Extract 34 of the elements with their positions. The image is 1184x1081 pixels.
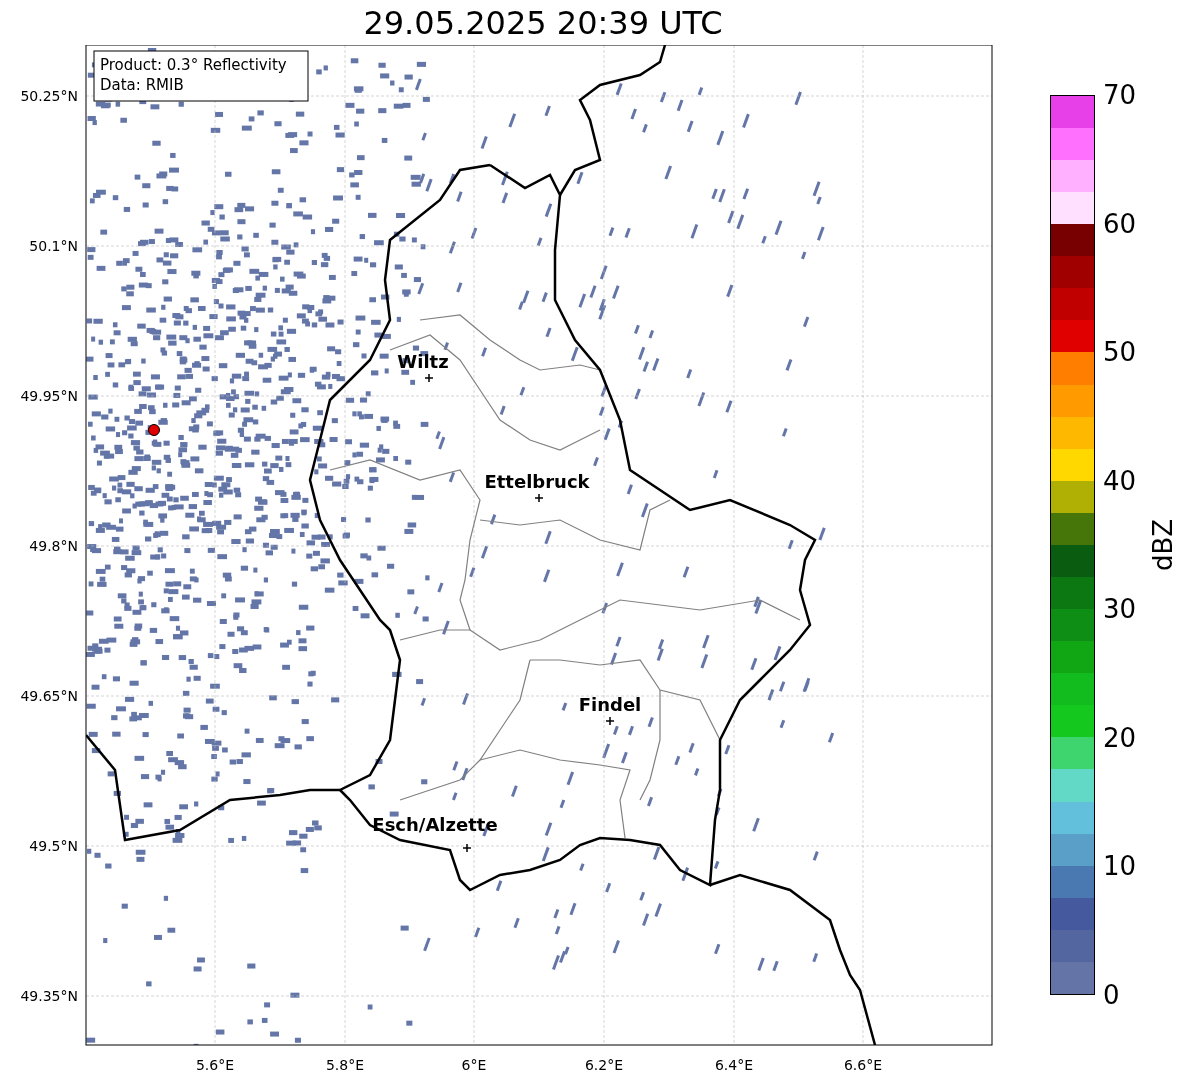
city-label: Wiltz bbox=[397, 351, 449, 372]
city-label: Findel bbox=[578, 694, 642, 715]
info-text: Data: RMIB bbox=[100, 76, 184, 94]
city-marker-icon bbox=[462, 843, 472, 853]
latitude-tick-label: 49.5°N bbox=[29, 838, 78, 854]
latitude-tick-label: 50.25°N bbox=[20, 88, 78, 104]
info-text: Product: 0.3° Reflectivity bbox=[100, 56, 287, 74]
colorbar-tick-label: 10 bbox=[1103, 851, 1137, 882]
colorbar-tick-label: 50 bbox=[1103, 337, 1137, 368]
colorbar-tick-label: 60 bbox=[1103, 208, 1137, 239]
chart-title: 29.05.2025 20:39 UTC bbox=[363, 3, 723, 42]
colorbar-tick-label: 20 bbox=[1103, 722, 1137, 753]
city-marker-icon bbox=[424, 373, 434, 383]
longitude-tick-label: 5.8°E bbox=[325, 1057, 365, 1073]
colorbar-tick-label: 40 bbox=[1103, 465, 1137, 496]
city-label: Ettelbruck bbox=[484, 471, 590, 492]
longitude-tick-label: 6.4°E bbox=[714, 1057, 754, 1073]
colorbar-tick-label: 30 bbox=[1103, 594, 1137, 625]
latitude-tick-label: 49.35°N bbox=[20, 988, 78, 1004]
longitude-tick-label: 6°E bbox=[461, 1057, 487, 1073]
latitude-tick-label: 49.8°N bbox=[29, 538, 78, 554]
city-marker-icon bbox=[605, 716, 615, 726]
longitude-tick-label: 5.6°E bbox=[195, 1057, 235, 1073]
radar-site-icon bbox=[148, 424, 160, 436]
longitude-tick-label: 6.6°E bbox=[843, 1057, 883, 1073]
latitude-tick-label: 49.65°N bbox=[20, 688, 78, 704]
latitude-tick-label: 50.1°N bbox=[29, 238, 78, 254]
colorbar-tick-label: 70 bbox=[1103, 80, 1137, 110]
colorbar-tick-label: 0 bbox=[1103, 979, 1121, 1010]
latitude-tick-label: 49.95°N bbox=[20, 388, 78, 404]
city-label: Esch/Alzette bbox=[372, 814, 498, 835]
city-marker-icon bbox=[534, 493, 544, 503]
longitude-tick-label: 6.2°E bbox=[584, 1057, 624, 1073]
colorbar-label: dBZ bbox=[1148, 518, 1179, 572]
